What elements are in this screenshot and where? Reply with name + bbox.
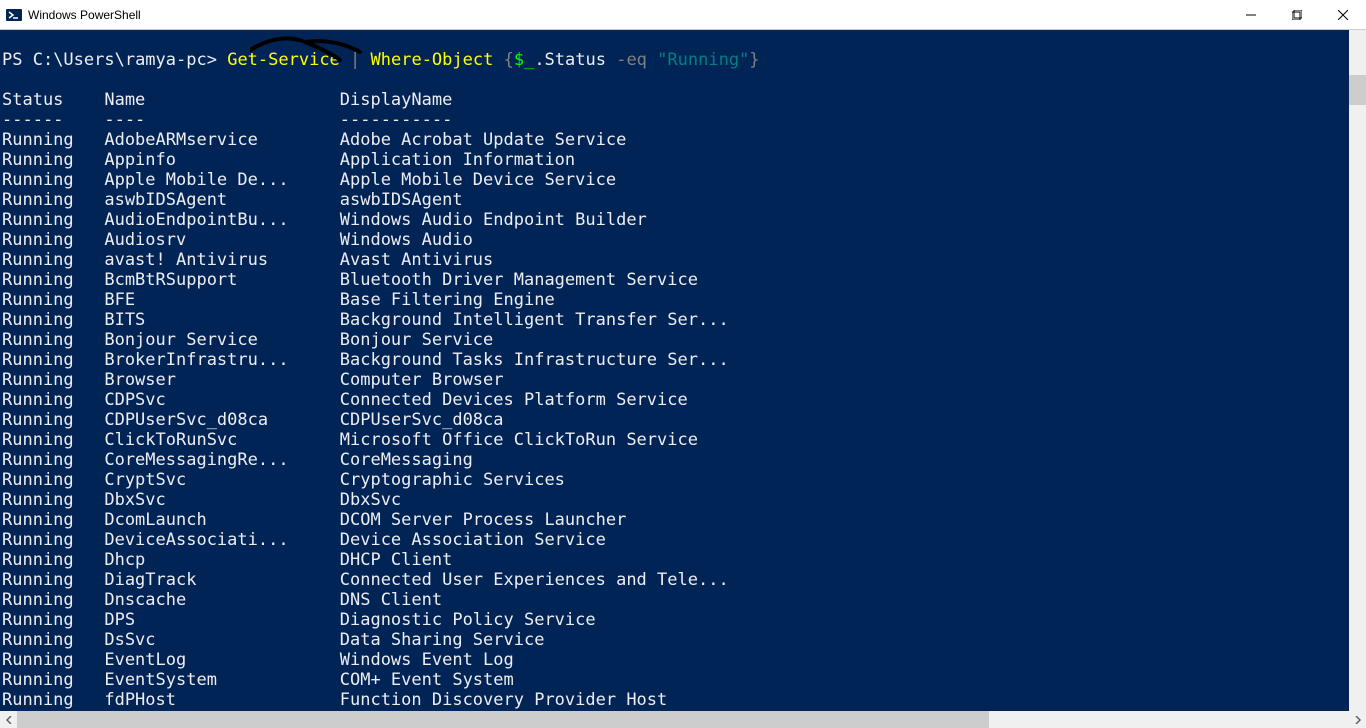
service-row: Running DeviceAssociati... Device Associ… xyxy=(2,530,1366,550)
minimize-icon xyxy=(1246,10,1256,20)
underline-row: ------ ---- ----------- xyxy=(2,110,1366,130)
service-row: Running AdobeARMservice Adobe Acrobat Up… xyxy=(2,130,1366,150)
service-row: Running CDPUserSvc_d08ca CDPUserSvc_d08c… xyxy=(2,410,1366,430)
brace-open: { xyxy=(493,50,513,70)
service-row: Running Dhcp DHCP Client xyxy=(2,550,1366,570)
prompt-path: C:\Users\ramya-pc> xyxy=(33,50,217,70)
close-button[interactable] xyxy=(1320,0,1366,30)
window-title: Windows PowerShell xyxy=(28,8,141,22)
prompt-line: PS C:\Users\ramya-pc> Get-Service | Wher… xyxy=(2,50,1366,70)
close-icon xyxy=(1338,10,1348,20)
service-row: Running Appinfo Application Information xyxy=(2,150,1366,170)
chevron-right-icon xyxy=(1354,716,1362,724)
service-row: Running DcomLaunch DCOM Server Process L… xyxy=(2,510,1366,530)
maximize-button[interactable] xyxy=(1274,0,1320,30)
maximize-icon xyxy=(1292,10,1302,20)
command-get-service: Get-Service xyxy=(227,50,340,70)
service-row: Running EventSystem COM+ Event System xyxy=(2,670,1366,690)
prompt-ps: PS xyxy=(2,50,33,70)
powershell-window: Windows PowerShell PS C:\Users\ramya-pc>… xyxy=(0,0,1366,728)
service-row: Running CDPSvc Connected Devices Platfor… xyxy=(2,390,1366,410)
blank-line xyxy=(2,30,1366,50)
service-row: Running avast! Antivirus Avast Antivirus xyxy=(2,250,1366,270)
service-row: Running DsSvc Data Sharing Service xyxy=(2,630,1366,650)
powershell-icon xyxy=(6,7,22,23)
scroll-right-button[interactable] xyxy=(1349,711,1366,728)
service-row: Running DbxSvc DbxSvc xyxy=(2,490,1366,510)
blank-line xyxy=(2,70,1366,90)
service-row: Running Browser Computer Browser xyxy=(2,370,1366,390)
horizontal-scroll-thumb[interactable] xyxy=(17,711,989,728)
service-row: Running BcmBtRSupport Bluetooth Driver M… xyxy=(2,270,1366,290)
dot-status: .Status xyxy=(534,50,616,70)
titlebar[interactable]: Windows PowerShell xyxy=(0,0,1366,30)
command-where-object: Where-Object xyxy=(371,50,494,70)
service-row: Running DiagTrack Connected User Experie… xyxy=(2,570,1366,590)
scroll-left-button[interactable] xyxy=(0,711,17,728)
header-row: Status Name DisplayName xyxy=(2,90,1366,110)
vertical-scrollbar[interactable] xyxy=(1349,30,1366,711)
console-area: PS C:\Users\ramya-pc> Get-Service | Wher… xyxy=(0,30,1366,728)
service-row: Running Apple Mobile De... Apple Mobile … xyxy=(2,170,1366,190)
string-running: "Running" xyxy=(657,50,749,70)
service-row: Running BrokerInfrastru... Background Ta… xyxy=(2,350,1366,370)
service-row: Running ClickToRunSvc Microsoft Office C… xyxy=(2,430,1366,450)
eq-operator: -eq xyxy=(616,50,647,70)
service-row: Running BFE Base Filtering Engine xyxy=(2,290,1366,310)
service-row: Running Bonjour Service Bonjour Service xyxy=(2,330,1366,350)
service-row: Running fdPHost Function Discovery Provi… xyxy=(2,690,1366,710)
horizontal-scrollbar[interactable] xyxy=(0,711,1366,728)
service-row: Running Dnscache DNS Client xyxy=(2,590,1366,610)
service-row: Running CoreMessagingRe... CoreMessaging xyxy=(2,450,1366,470)
service-row: Running BITS Background Intelligent Tran… xyxy=(2,310,1366,330)
app-icon xyxy=(0,7,28,23)
horizontal-scroll-track[interactable] xyxy=(17,711,1349,728)
vertical-scroll-thumb[interactable] xyxy=(1349,75,1366,105)
pipe-operator: | xyxy=(340,50,371,70)
minimize-button[interactable] xyxy=(1228,0,1274,30)
service-row: Running aswbIDSAgent aswbIDSAgent xyxy=(2,190,1366,210)
chevron-left-icon xyxy=(5,716,13,724)
console-output[interactable]: PS C:\Users\ramya-pc> Get-Service | Wher… xyxy=(0,30,1366,711)
dollar-underscore: $_ xyxy=(514,50,534,70)
service-row: Running EventLog Windows Event Log xyxy=(2,650,1366,670)
brace-close: } xyxy=(749,50,759,70)
service-row: Running Audiosrv Windows Audio xyxy=(2,230,1366,250)
service-row: Running DPS Diagnostic Policy Service xyxy=(2,610,1366,630)
service-row: Running AudioEndpointBu... Windows Audio… xyxy=(2,210,1366,230)
service-row: Running CryptSvc Cryptographic Services xyxy=(2,470,1366,490)
